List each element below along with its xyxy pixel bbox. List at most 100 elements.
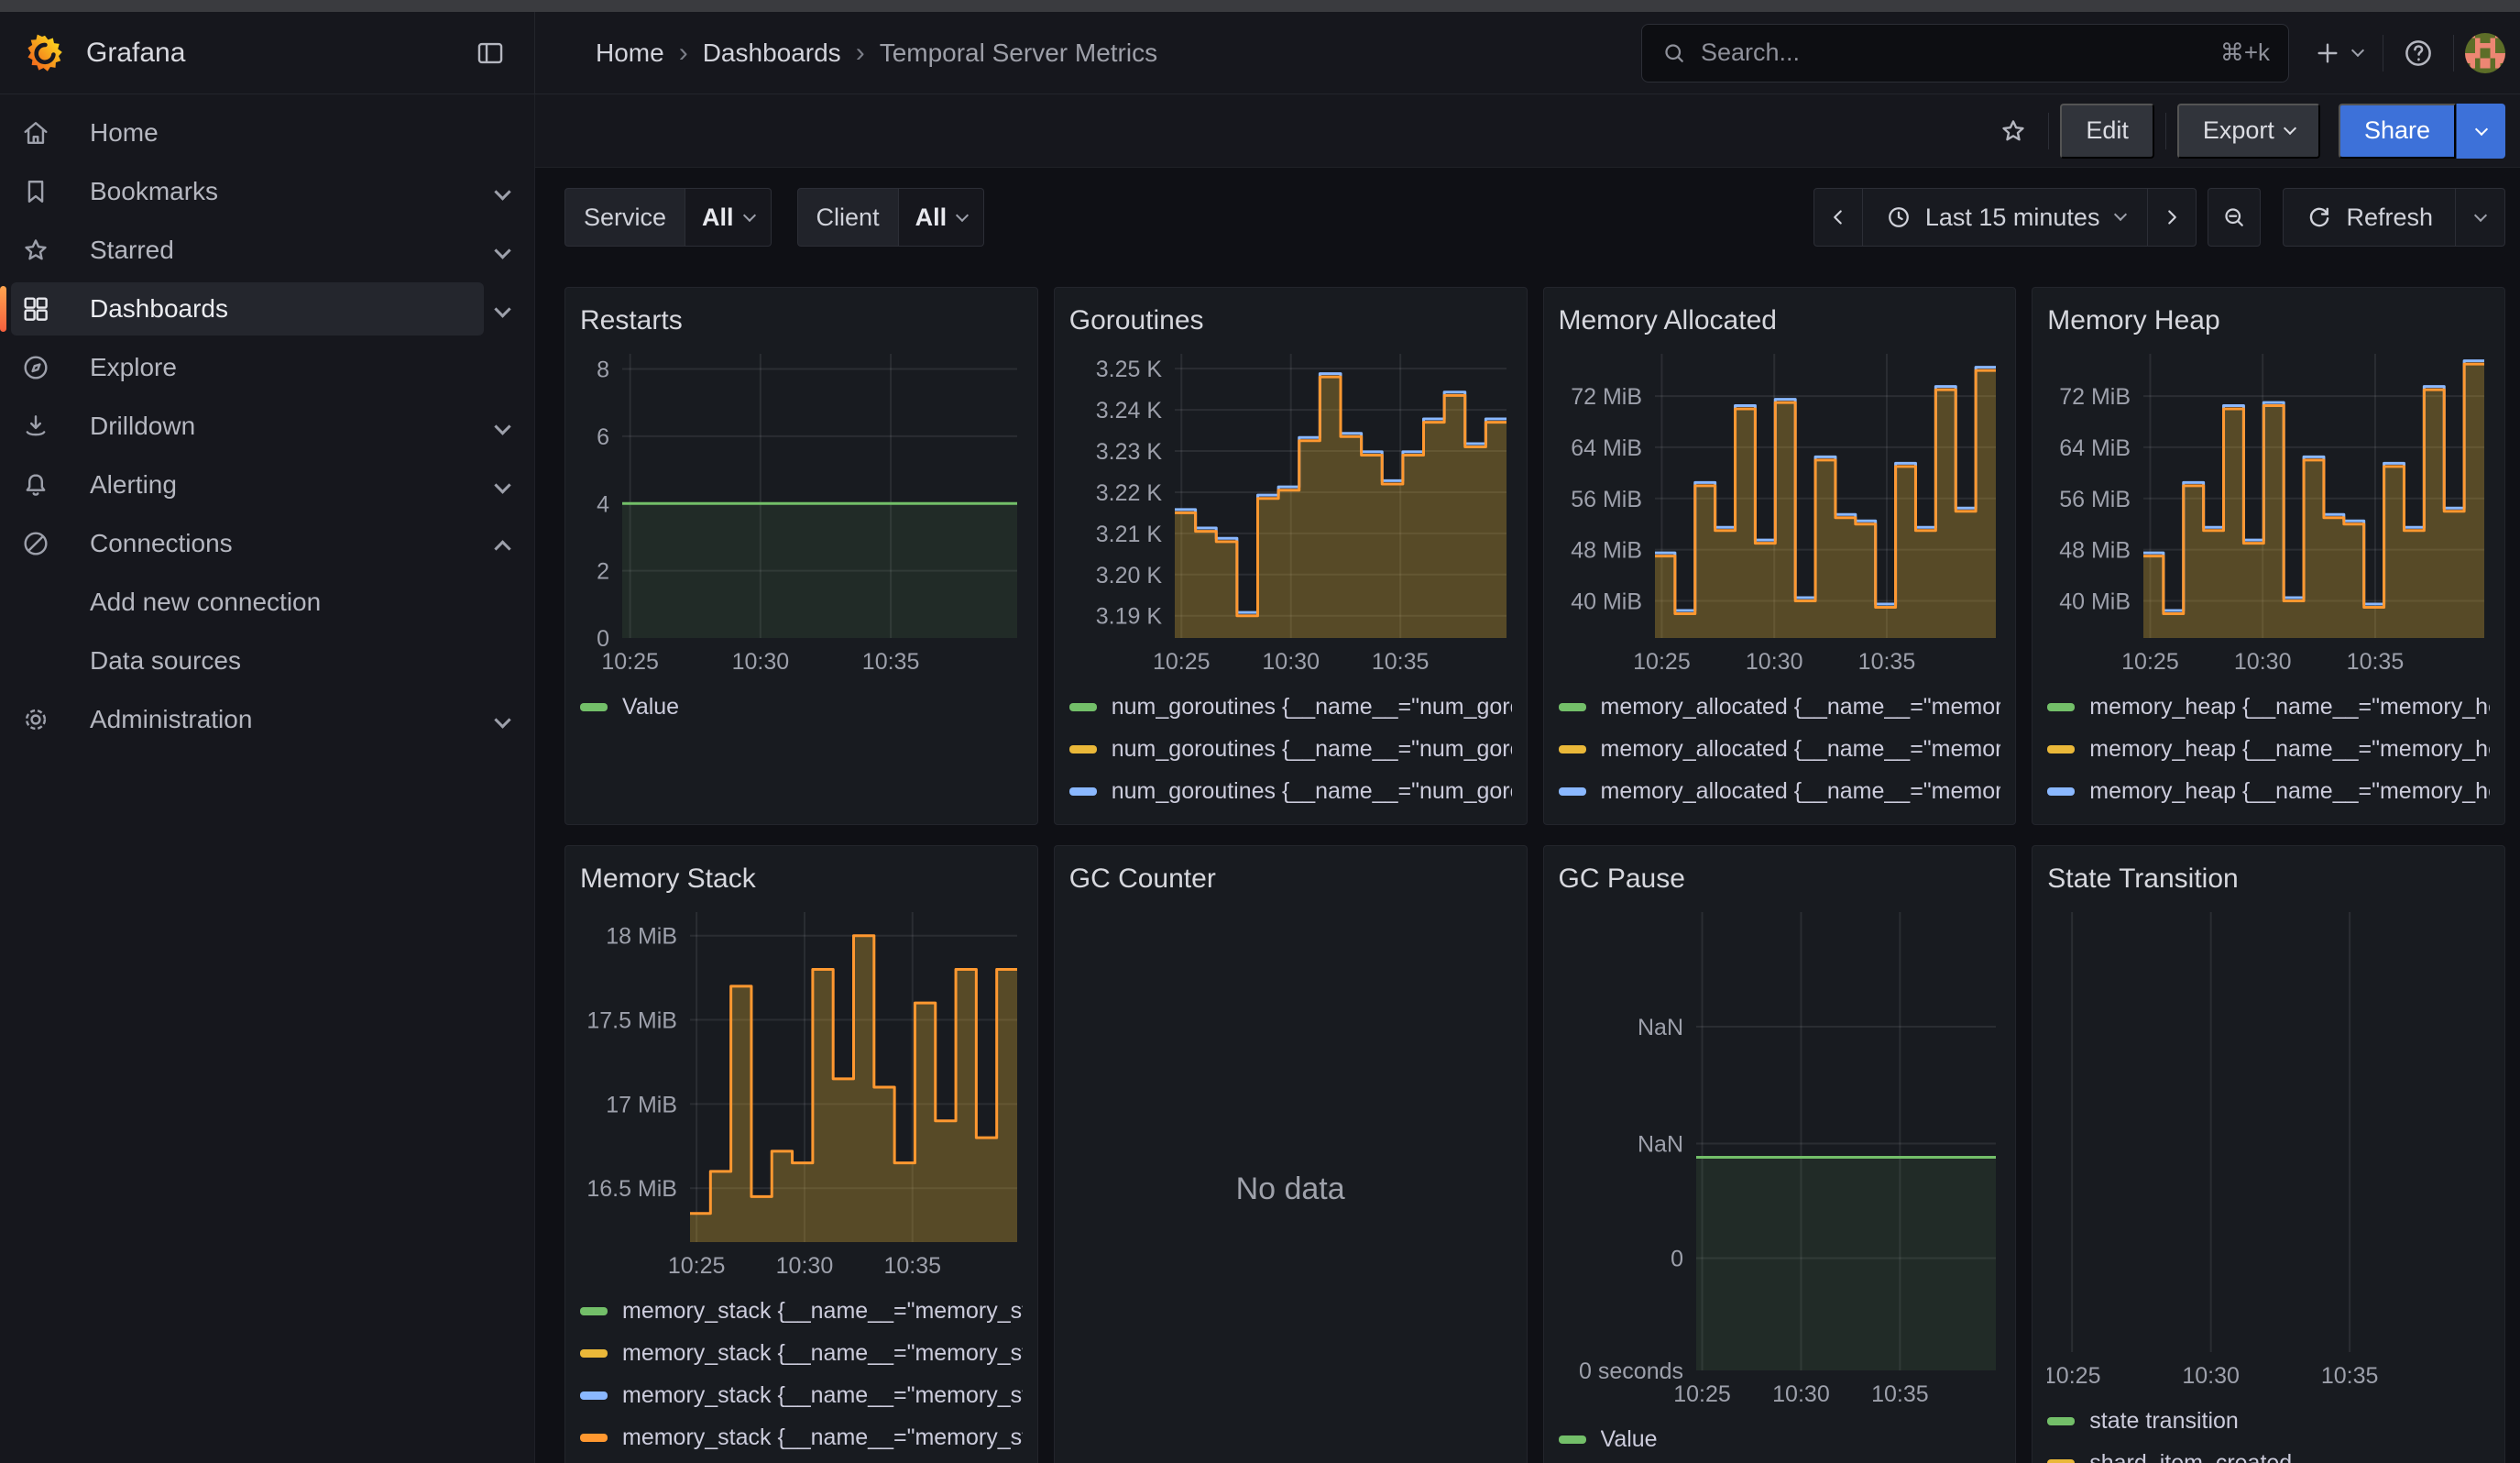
panel-legend: state transition shard_item_created [2047,1400,2490,1463]
new-button[interactable] [2304,29,2372,77]
favorite-star-icon[interactable] [1989,107,2037,155]
chevron-down-icon[interactable] [494,183,510,200]
chevron-up-icon[interactable] [494,540,510,556]
legend-item[interactable]: memory_allocated {__name__="memory_alloc… [1559,686,2001,728]
svg-text:17.5 MiB: 17.5 MiB [586,1008,677,1034]
time-range-picker[interactable]: Last 15 minutes [1863,188,2148,247]
panel-title[interactable]: GC Pause [1559,859,2001,899]
export-button[interactable]: Export [2177,104,2320,159]
panel-chart[interactable]: 10:2510:3010:35 [2047,899,2490,1394]
legend-label: memory_allocated {__name__="memory_alloc… [1601,736,2001,763]
legend-item[interactable]: memory_heap {__name__="memory_heap" [2047,728,2490,770]
panel-chart[interactable]: 40 MiB48 MiB56 MiB64 MiB72 MiB10:2510:30… [1559,341,2001,680]
zoom-out-button[interactable] [2208,188,2261,247]
legend-item[interactable]: memory_stack {__name__="memory_stack" [580,1374,1023,1416]
sidebar-item-dashboards[interactable]: Dashboards [11,280,521,338]
chevron-down-icon[interactable] [494,242,510,258]
legend-label: Value [622,694,679,720]
time-shift-forward-button[interactable] [2147,188,2197,247]
chevron-down-icon[interactable] [494,418,510,434]
panel-title[interactable]: Goroutines [1069,301,1512,341]
sidebar-item-administration[interactable]: Administration [11,690,521,749]
brand-title: Grafana [86,38,185,69]
sidebar-item-alerting[interactable]: Alerting [11,456,521,514]
legend-item[interactable]: shard_item_created [2047,1442,2490,1463]
legend-item[interactable]: memory_stack {__name__="memory_stack" [580,1332,1023,1374]
svg-text:0: 0 [1671,1247,1683,1272]
panel-state-transition: State Transition10:2510:3010:35state tra… [2032,845,2505,1463]
svg-text:2: 2 [597,559,609,585]
breadcrumb-dashboards[interactable]: Dashboards [703,38,841,68]
svg-text:10:25: 10:25 [1673,1381,1731,1407]
legend-item[interactable]: memory_heap {__name__="memory_heap" [2047,770,2490,812]
legend-item[interactable]: num_goroutines {__name__="num_goroutines… [1069,812,1512,817]
chevron-down-icon[interactable] [494,477,510,493]
legend-item[interactable]: memory_stack {__name__="memory_stack" [580,1290,1023,1332]
panel-chart[interactable]: 16.5 MiB17 MiB17.5 MiB18 MiB10:2510:3010… [580,899,1023,1284]
grid-icon [20,293,51,324]
help-icon[interactable] [2394,29,2442,77]
svg-text:10:30: 10:30 [1745,649,1802,675]
refresh-label: Refresh [2346,204,2433,232]
legend-item[interactable]: state transition [2047,1400,2490,1442]
sidebar-item-data-sources[interactable]: Data sources [11,632,521,690]
legend-item[interactable]: memory_heap {__name__="memory_heap" [2047,812,2490,817]
panel-chart[interactable]: 0246810:2510:3010:35 [580,341,1023,680]
legend-swatch [2047,703,2075,711]
legend-item[interactable]: memory_stack {__name__="memory_stack" [580,1416,1023,1458]
panel-title[interactable]: Memory Allocated [1559,301,2001,341]
edit-button[interactable]: Edit [2060,104,2154,159]
sidebar-item-add-new-connection[interactable]: Add new connection [11,573,521,632]
share-options-button[interactable] [2456,104,2505,159]
legend-item[interactable]: memory_allocated {__name__="memory_alloc… [1559,770,2001,812]
legend-item[interactable]: num_goroutines {__name__="num_goroutines… [1069,686,1512,728]
sidebar-item-drilldown[interactable]: Drilldown [11,397,521,456]
sidebar-item-home[interactable]: Home [11,104,521,162]
legend-label: shard_item_created [2089,1450,2292,1463]
legend-item[interactable]: num_goroutines {__name__="num_goroutines… [1069,770,1512,812]
sidebar-toggle-icon[interactable] [466,29,514,77]
legend-item[interactable]: memory_allocated {__name__="memory_alloc… [1559,728,2001,770]
panel-chart[interactable]: 3.19 K3.20 K3.21 K3.22 K3.23 K3.24 K3.25… [1069,341,1512,680]
panel-chart[interactable]: 40 MiB48 MiB56 MiB64 MiB72 MiB10:2510:30… [2047,341,2490,680]
sidebar-item-explore[interactable]: Explore [11,338,521,397]
breadcrumb-home[interactable]: Home [596,38,664,68]
sidebar-item-starred[interactable]: Starred [11,221,521,280]
refresh-button[interactable]: Refresh [2283,188,2456,247]
legend-swatch [2047,745,2075,754]
panel-title[interactable]: GC Counter [1069,859,1512,899]
svg-text:10:30: 10:30 [1262,649,1320,675]
legend-item[interactable]: Value [580,686,1023,728]
user-avatar[interactable] [2465,33,2505,73]
grafana-logo-icon[interactable] [24,32,66,74]
legend-item[interactable]: memory_heap {__name__="memory_heap" [2047,686,2490,728]
bell-icon [20,469,51,500]
legend-swatch [1069,703,1097,711]
chevron-down-icon[interactable] [494,301,510,317]
sidebar-item-bookmarks[interactable]: Bookmarks [11,162,521,221]
share-button[interactable]: Share [2339,104,2456,159]
client-variable-dropdown[interactable]: Client All [797,188,985,247]
panel-title[interactable]: Memory Heap [2047,301,2490,341]
search-input[interactable] [1701,38,2220,67]
panel-chart[interactable]: 0 seconds0NaNNaN10:2510:3010:35 [1559,899,2001,1413]
home-icon [20,117,51,148]
search-shortcut: ⌘+k [2220,38,2270,67]
service-variable-dropdown[interactable]: Service All [564,188,772,247]
legend-item[interactable]: Value [1559,1418,2001,1460]
panel-title[interactable]: State Transition [2047,859,2490,899]
time-shift-back-button[interactable] [1813,188,1863,247]
refresh-interval-button[interactable] [2456,188,2505,247]
legend-item[interactable]: memory_allocated {__name__="memory_alloc… [1559,812,2001,817]
search-input-box[interactable]: ⌘+k [1641,24,2289,82]
refresh-icon [2306,204,2333,231]
panel-title[interactable]: Memory Stack [580,859,1023,899]
legend-item[interactable]: num_goroutines {__name__="num_goroutines… [1069,728,1512,770]
chevron-down-icon [2473,209,2486,222]
svg-text:10:25: 10:25 [668,1253,726,1279]
legend-swatch [580,1392,608,1400]
chevron-down-icon[interactable] [494,711,510,728]
svg-text:3.23 K: 3.23 K [1095,439,1162,465]
sidebar-item-connections[interactable]: Connections [11,514,521,573]
panel-title[interactable]: Restarts [580,301,1023,341]
